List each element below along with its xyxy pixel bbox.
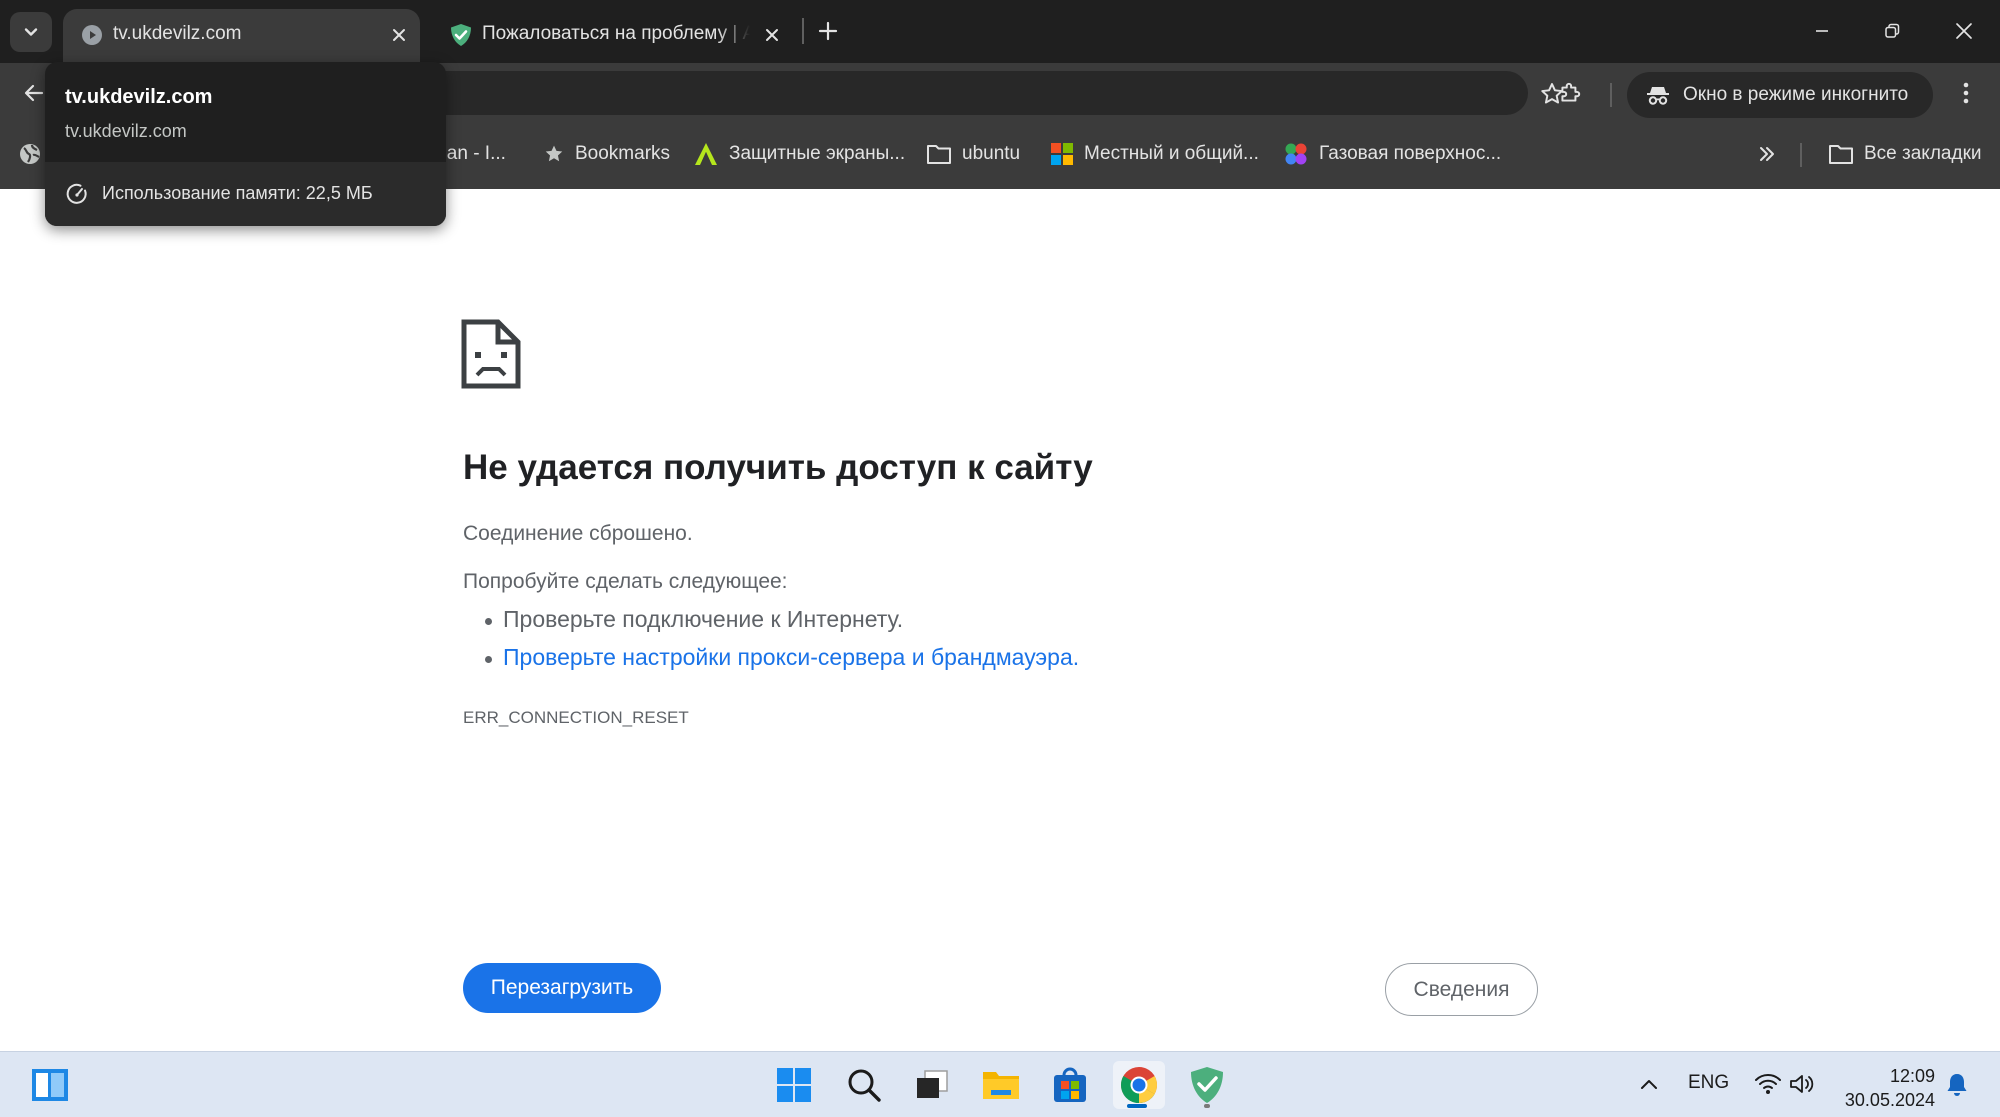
close-tab-icon[interactable] [759,22,785,48]
show-hidden-icons-button[interactable] [1636,1072,1662,1098]
input-language-indicator[interactable]: ENG [1688,1072,1729,1094]
chrome-icon [1120,1067,1158,1104]
arrow-left-icon [24,84,44,102]
bookmark-item[interactable]: Bookmarks [543,135,670,173]
tab-strip: tv.ukdevilz.com Пожаловаться на проблему… [0,0,2000,63]
new-tab-button[interactable] [812,13,844,49]
chevron-down-icon [24,28,38,36]
taskbar-search-button[interactable] [840,1061,888,1109]
incognito-indicator[interactable]: Окно в режиме инкогнито [1627,72,1933,118]
colored-dots-icon [1285,143,1307,165]
minimize-button[interactable] [1794,8,1850,54]
all-bookmarks-label: Все закладки [1864,143,1982,164]
colored-squares-icon [1051,143,1073,165]
bell-icon [1947,1074,1967,1096]
restore-button[interactable] [1864,8,1920,54]
tab-hover-card: tv.ukdevilz.com tv.ukdevilz.com Использо… [45,62,446,226]
bookmark-label: Защитные экраны... [729,143,906,164]
folder-icon [927,145,951,164]
speedometer-icon [66,183,87,204]
tab-title: tv.ukdevilz.com [113,23,242,44]
browser-menu-button[interactable] [1946,73,1986,113]
double-chevron-right-icon [1760,147,1774,161]
tab-search-button[interactable] [10,12,52,52]
hover-card-footer: Использование памяти: 22,5 МБ [45,162,446,226]
reload-button[interactable]: Перезагрузить [463,963,661,1013]
notifications-button[interactable] [1942,1070,1972,1100]
details-button[interactable]: Сведения [1385,963,1538,1016]
bookmark-label: Газовая поверхнос... [1319,143,1502,164]
file-explorer-button[interactable] [977,1061,1025,1109]
bookmarks-overflow-button[interactable] [1748,135,1786,173]
hover-card-title: tv.ukdevilz.com [65,86,213,108]
error-subtitle: Соединение сброшено. [463,522,693,545]
running-app-indicator [1204,1104,1210,1108]
task-view-button[interactable] [908,1061,956,1109]
a-logo-icon [695,143,717,165]
sad-document-icon [461,319,521,389]
kebab-menu-icon [1963,82,1969,104]
bookmark-item[interactable]: Газовая поверхнос... [1283,135,1501,173]
windows-taskbar: ENG 12:09 30.05.2024 [0,1051,2000,1117]
suggestion-proxy-firewall-link[interactable]: Проверьте настройки прокси-сервера и бра… [484,644,1079,671]
folder-icon [1829,145,1853,164]
bookmark-item[interactable] [18,135,42,173]
clock-date: 30.05.2024 [1844,1090,1935,1110]
start-icon [777,1068,811,1102]
clock-time: 12:09 [1889,1066,1935,1086]
suggestion-check-internet: Проверьте подключение к Интернету. [484,606,904,632]
adguard-icon [1191,1067,1223,1103]
tab-title: Пожаловаться на проблему | Aı [482,23,750,44]
search-icon [848,1069,881,1102]
speaker-icon [1790,1075,1814,1093]
shield-check-icon [448,22,474,48]
tab-active[interactable]: tv.ukdevilz.com [63,9,420,63]
star-icon [545,145,563,162]
error-try-label: Попробуйте сделать следующее: [463,570,788,593]
chrome-taskbar-button[interactable] [1113,1061,1165,1109]
puzzle-icon [1561,82,1581,102]
bookmark-item[interactable]: Местный и общий... [1050,135,1259,173]
hover-card-memory: Использование памяти: 22,5 МБ [102,183,373,203]
chevron-up-icon [1641,1080,1657,1089]
bookmark-label: ubuntu [962,143,1021,164]
error-code: ERR_CONNECTION_RESET [463,708,689,727]
widgets-icon [32,1069,68,1101]
all-bookmarks-button[interactable]: Все закладки [1828,135,1982,173]
adguard-taskbar-button[interactable] [1183,1061,1231,1109]
tab-separator [802,18,804,44]
bookmark-item[interactable]: ubuntu [926,135,1020,173]
incognito-icon [1647,87,1669,105]
bookmarks-divider [1800,143,1802,167]
close-tab-icon[interactable] [386,22,412,48]
globe-icon [20,144,40,164]
close-icon [1956,23,1972,39]
network-button[interactable] [1752,1069,1784,1099]
start-button[interactable] [770,1061,818,1109]
task-view-icon [917,1070,948,1098]
store-icon [1054,1067,1086,1102]
wifi-icon [1755,1074,1781,1094]
bookmark-label: Bookmarks [575,143,671,164]
active-app-indicator [1127,1104,1147,1108]
store-button[interactable] [1046,1061,1094,1109]
bookmark-label: Местный и общий... [1084,143,1259,164]
play-circle-icon [79,22,105,48]
toolbar-divider [1610,83,1612,107]
plus-icon [818,21,838,41]
volume-button[interactable] [1786,1069,1818,1099]
error-title: Не удается получить доступ к сайту [463,448,1093,487]
restore-icon [1885,23,1900,38]
tab-inactive[interactable]: Пожаловаться на проблему | Aı [432,9,802,63]
widgets-button[interactable] [26,1061,74,1109]
hover-card-domain: tv.ukdevilz.com [65,121,187,141]
system-clock[interactable]: 12:09 30.05.2024 [1835,1064,1935,1112]
bookmark-item[interactable]: Защитные экраны... [693,135,905,173]
extensions-button[interactable] [1550,73,1590,113]
close-window-button[interactable] [1936,8,1992,54]
minimize-icon [1816,30,1828,32]
incognito-label: Окно в режиме инкогнито [1683,84,1909,105]
file-explorer-icon [983,1072,1019,1099]
